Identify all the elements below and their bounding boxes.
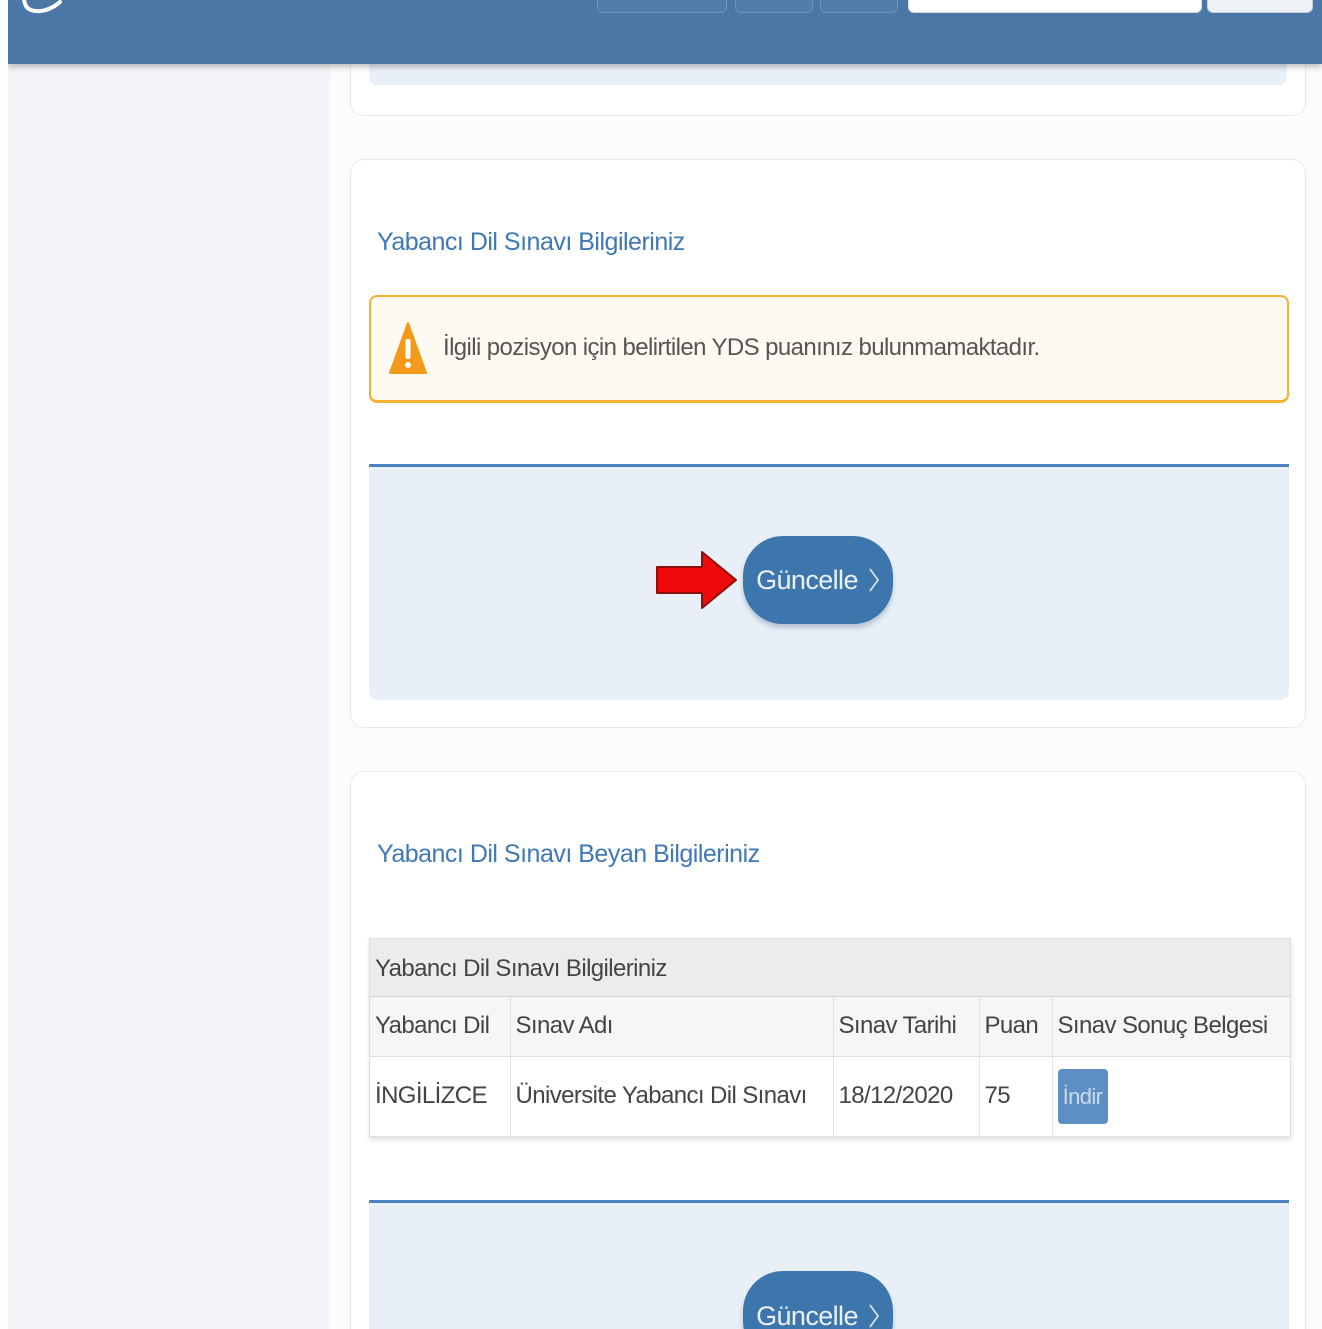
exam-info-action-panel: Güncelle xyxy=(369,464,1289,700)
table-header-row: Yabancı Dil Sınav Adı Sınav Tarihi Puan … xyxy=(370,997,1290,1056)
cell-exam-date: 18/12/2020 xyxy=(833,1056,980,1136)
column-header: Sınav Adı xyxy=(510,997,834,1056)
cell-document: İndir xyxy=(1052,1056,1290,1136)
warning-triangle-icon xyxy=(389,322,427,374)
main-content: Yabancı Dil Sınavı Bilgileriniz İlgili p… xyxy=(330,0,1322,1329)
update-button-label: Güncelle xyxy=(756,1300,858,1329)
update-button[interactable]: Güncelle xyxy=(743,1271,893,1329)
declaration-action-panel: Güncelle xyxy=(369,1200,1289,1329)
exam-declaration-card: Yabancı Dil Sınavı Beyan Bilgileriniz Ya… xyxy=(350,771,1306,1329)
header-nav-button[interactable] xyxy=(820,0,898,13)
column-header: Sınav Sonuç Belgesi xyxy=(1057,1012,1269,1040)
table-row: İNGİLİZCE Üniversite Yabancı Dil Sınavı … xyxy=(370,1056,1290,1136)
left-sidebar xyxy=(8,64,330,1329)
header-nav-button[interactable] xyxy=(735,0,813,13)
column-header: Sınav Tarihi xyxy=(833,997,980,1056)
cell-score: 75 xyxy=(979,1056,1053,1136)
top-header-bar xyxy=(8,0,1322,64)
header-nav-button[interactable] xyxy=(597,0,727,13)
chevron-right-icon xyxy=(869,1304,879,1328)
update-button[interactable]: Güncelle xyxy=(743,536,893,624)
declaration-title: Yabancı Dil Sınavı Beyan Bilgileriniz xyxy=(377,840,760,868)
update-button-label: Güncelle xyxy=(756,564,858,595)
logo-swirl-icon[interactable] xyxy=(16,0,66,16)
declaration-table: Yabancı Dil Sınavı Bilgileriniz Yabancı … xyxy=(369,938,1291,1137)
header-action-button[interactable] xyxy=(1207,0,1313,13)
declaration-grid: Yabancı Dil Sınav Adı Sınav Tarihi Puan … xyxy=(370,997,1290,1136)
table-caption: Yabancı Dil Sınavı Bilgileriniz xyxy=(370,939,1290,997)
red-arrow-icon xyxy=(656,551,737,609)
cell-language: İNGİLİZCE xyxy=(370,1056,511,1136)
warning-message: İlgili pozisyon için belirtilen YDS puan… xyxy=(443,334,1040,361)
header-search-input[interactable] xyxy=(908,0,1202,13)
column-header: Yabancı Dil xyxy=(370,997,511,1056)
cell-exam-name: Üniversite Yabancı Dil Sınavı xyxy=(510,1056,834,1136)
column-header: Puan xyxy=(979,997,1053,1056)
exam-info-card: Yabancı Dil Sınavı Bilgileriniz İlgili p… xyxy=(350,159,1306,728)
exam-info-title: Yabancı Dil Sınavı Bilgileriniz xyxy=(377,228,685,256)
no-score-warning-alert: İlgili pozisyon için belirtilen YDS puan… xyxy=(369,295,1289,403)
chevron-right-icon xyxy=(869,568,879,592)
app-frame: Yabancı Dil Sınavı Bilgileriniz İlgili p… xyxy=(8,0,1322,1329)
download-button[interactable]: İndir xyxy=(1057,1068,1108,1124)
